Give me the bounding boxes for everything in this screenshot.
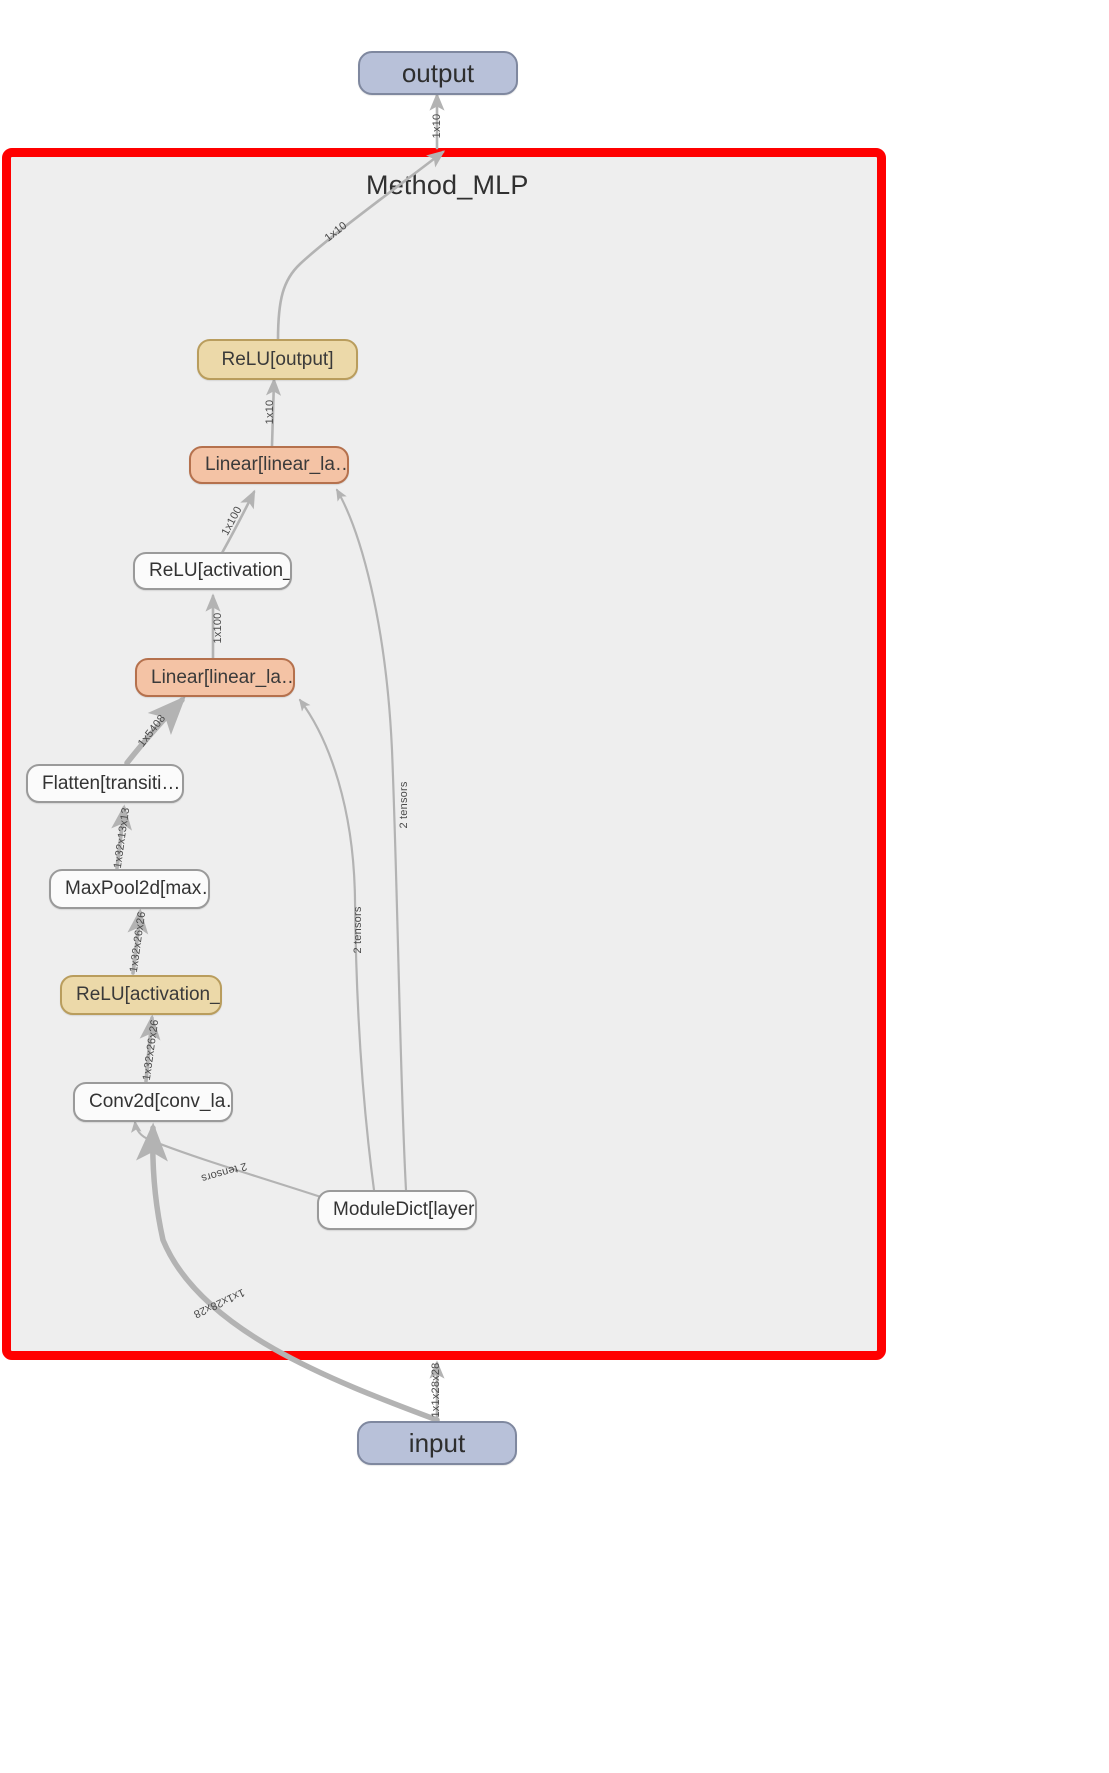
node-linear-2[interactable]: Linear[linear_la… <box>189 446 349 484</box>
node-linear-2-label: Linear[linear_la… <box>205 454 347 475</box>
node-relu-activation-1-label: ReLU[activation_… <box>76 984 220 1005</box>
node-conv2d-label: Conv2d[conv_la… <box>89 1091 231 1112</box>
node-relu-activation-2-label: ReLU[activation_… <box>149 560 290 581</box>
node-maxpool2d[interactable]: MaxPool2d[max… <box>49 869 210 909</box>
node-relu-activation-2[interactable]: ReLU[activation_… <box>133 552 292 590</box>
node-maxpool2d-label: MaxPool2d[max… <box>65 878 208 899</box>
node-flatten[interactable]: Flatten[transiti… <box>26 764 184 803</box>
node-relu-activation-1[interactable]: ReLU[activation_… <box>60 975 222 1015</box>
edge-label-input-to-conv: 1x1x28x28 <box>430 1362 442 1418</box>
edge-label-linear2-to-relu-output: 1x10 <box>264 399 276 425</box>
node-linear-1-label: Linear[linear_la… <box>151 666 293 688</box>
graph-canvas: Method_MLP 1x10 1x10 1x10 1x100 1x100 1x… <box>0 0 1109 1773</box>
node-conv2d[interactable]: Conv2d[conv_la… <box>73 1082 233 1122</box>
node-relu-output[interactable]: ReLU[output] <box>197 339 358 380</box>
node-output-label: output <box>401 57 475 88</box>
node-input-label: input <box>408 1427 466 1458</box>
edge-label-linear1-to-relu-act2: 1x100 <box>212 612 224 644</box>
node-input[interactable]: input <box>357 1421 517 1465</box>
edge-label-output-top: 1x10 <box>431 113 443 139</box>
edge-label-moduledict-to-linear1: 2 tensors <box>352 906 364 954</box>
node-relu-output-label: ReLU[output] <box>221 348 334 370</box>
node-linear-1[interactable]: Linear[linear_la… <box>135 658 295 697</box>
node-output[interactable]: output <box>358 51 518 95</box>
node-flatten-label: Flatten[transiti… <box>42 772 181 794</box>
node-moduledict[interactable]: ModuleDict[layers] <box>317 1190 477 1230</box>
edge-label-moduledict-to-linear2: 2 tensors <box>398 781 410 829</box>
node-moduledict-label: ModuleDict[layers] <box>333 1199 475 1220</box>
